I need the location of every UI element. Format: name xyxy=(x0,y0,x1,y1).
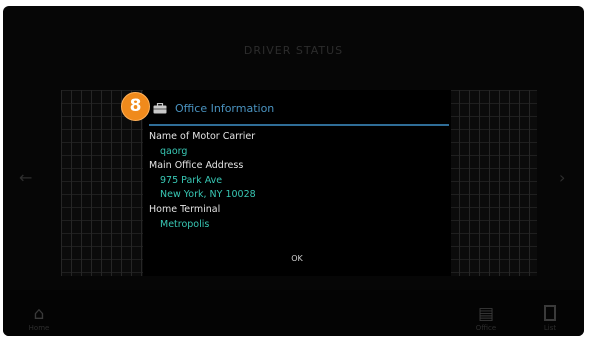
home-terminal-value: Metropolis xyxy=(160,218,210,230)
briefcase-icon: ▤ xyxy=(477,304,495,324)
chevron-right-icon[interactable]: › xyxy=(559,168,565,187)
dialog-body: Name of Motor Carrier qaorg Main Office … xyxy=(149,130,439,232)
home-terminal-label: Home Terminal xyxy=(149,203,221,215)
chevron-left-icon[interactable]: ← xyxy=(19,168,32,187)
bottom-nav-home[interactable]: ⌂ Home xyxy=(21,304,57,332)
home-icon: ⌂ xyxy=(33,304,45,324)
main-office-address-label: Main Office Address xyxy=(149,160,244,172)
address-line-2: New York, NY 10028 xyxy=(160,189,256,201)
motor-carrier-label: Name of Motor Carrier xyxy=(149,131,256,142)
bottom-nav-list-label: List xyxy=(543,324,557,332)
office-information-dialog: Office Information Name of Motor Carrier… xyxy=(143,90,451,276)
bottom-nav-home-label: Home xyxy=(28,324,50,332)
background-screen-title: DRIVER STATUS xyxy=(243,44,344,57)
motor-carrier-value: qaorg xyxy=(160,145,188,157)
dialog-header: Office Information xyxy=(153,98,443,120)
list-icon xyxy=(544,305,556,321)
background-log-grid-right xyxy=(449,90,537,276)
tablet-screen: DRIVER STATUS ← › ⌂ Home ▤ Office List O… xyxy=(3,6,584,336)
address-line-1: 975 Park Ave xyxy=(160,174,223,186)
bottom-nav-office-label: Office xyxy=(475,324,497,332)
bottom-nav-bar: ⌂ Home ▤ Office List xyxy=(3,290,584,336)
bottom-nav-list[interactable]: List xyxy=(535,305,565,332)
dialog-title: Office Information xyxy=(175,102,275,115)
title-divider xyxy=(149,124,449,126)
bottom-nav-office[interactable]: ▤ Office xyxy=(469,304,503,332)
step-number-badge: 8 xyxy=(121,92,150,121)
ok-button[interactable]: OK xyxy=(277,250,317,268)
briefcase-icon xyxy=(153,103,167,114)
